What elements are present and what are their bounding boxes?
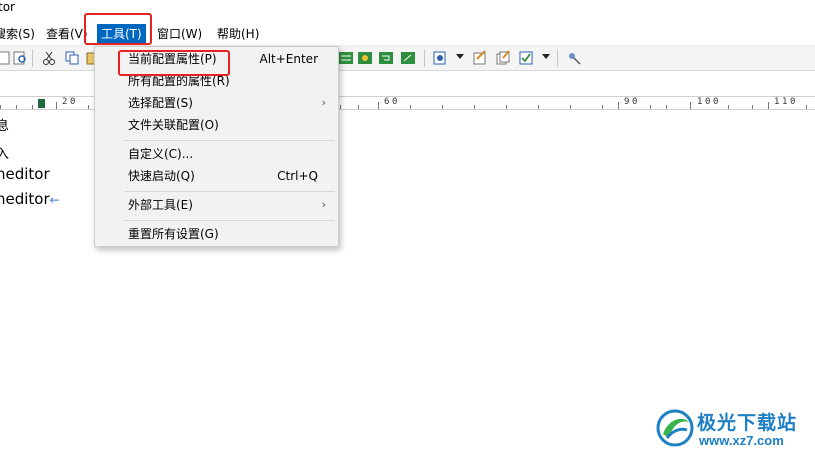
editor-line: neditor← — [0, 190, 60, 208]
ruler-label: 0 — [713, 97, 719, 107]
ruler-label: 2 — [62, 97, 68, 107]
menu-item-label: 选择配置(S) — [128, 96, 193, 110]
ruler-indent-marker[interactable] — [38, 99, 45, 108]
menu-item-shortcut: Alt+Enter — [259, 52, 318, 66]
chevron-down-icon[interactable] — [542, 54, 550, 59]
ruler-tick — [0, 105, 1, 109]
toolbar-separator — [32, 49, 33, 67]
ruler-label: 6 — [384, 97, 390, 107]
ruler-tick — [88, 105, 89, 109]
ruler-tick — [538, 105, 539, 109]
menu-item-label: 快速启动(Q) — [128, 169, 195, 183]
print-preview-icon[interactable] — [12, 50, 28, 66]
notes-icon[interactable] — [472, 50, 488, 66]
menu-item-label: 自定义(C)... — [128, 147, 194, 161]
menu-separator — [125, 191, 335, 192]
ruler-label: 0 — [790, 97, 796, 107]
cut-icon[interactable] — [41, 50, 57, 66]
menu-search[interactable]: 搜索(S) — [0, 24, 39, 44]
ruler-tick — [752, 105, 753, 109]
menu-help[interactable]: 帮助(H) — [213, 24, 263, 44]
window-title: tor — [0, 0, 15, 14]
ruler-tick — [618, 102, 619, 109]
menu-item-label: 文件关联配置(O) — [128, 118, 219, 132]
watermark-brand: 极光下载站 — [697, 412, 798, 434]
export-icon[interactable] — [400, 50, 416, 66]
ruler-tick — [570, 105, 571, 109]
tools-menu: 当前配置属性(P) Alt+Enter 所有配置的属性(R) 选择配置(S) ›… — [94, 46, 339, 247]
ruler-tick — [806, 105, 807, 109]
ruler-tick — [602, 105, 603, 109]
ruler-tick — [474, 105, 475, 109]
wrap-icon[interactable] — [378, 50, 394, 66]
watermark-url: www.xz7.com — [699, 433, 784, 448]
image-icon[interactable] — [357, 50, 373, 66]
submenu-arrow-icon: › — [321, 96, 326, 109]
menu-window[interactable]: 窗口(W) — [153, 24, 206, 44]
watermark-logo-icon — [656, 409, 694, 447]
ruler-tick — [650, 105, 651, 109]
ruler-tick — [506, 105, 507, 109]
list-icon[interactable] — [338, 50, 354, 66]
menu-item-reset-all-settings[interactable]: 重置所有设置(G) — [95, 223, 338, 245]
ruler-tick — [32, 105, 33, 109]
config-icon[interactable] — [432, 50, 448, 66]
ruler-tick — [358, 105, 359, 109]
editor-line: 入 — [0, 147, 10, 162]
ruler-tick — [666, 105, 667, 109]
menu-item-customize[interactable]: 自定义(C)... — [95, 143, 338, 165]
ruler-label: 9 — [624, 97, 630, 107]
toolbar-separator — [557, 49, 558, 67]
ruler-label: 0 — [70, 97, 76, 107]
ruler-tick — [690, 102, 691, 109]
ruler-tick — [378, 102, 379, 109]
editor-line: neditor — [0, 165, 50, 183]
ruler-tick — [442, 105, 443, 109]
checklist-icon[interactable] — [518, 50, 534, 66]
submenu-arrow-icon: › — [321, 198, 326, 211]
menu-item-file-association[interactable]: 文件关联配置(O) — [95, 114, 338, 136]
ruler-tick — [16, 105, 17, 109]
return-mark: ← — [49, 193, 60, 207]
documents-icon[interactable] — [495, 50, 511, 66]
ruler-label: 0 — [705, 97, 711, 107]
menu-item-label: 外部工具(E) — [128, 198, 193, 212]
ruler-label: 1 — [782, 97, 788, 107]
ruler-tick — [56, 102, 57, 109]
menu-item-external-tools[interactable]: 外部工具(E) › — [95, 194, 338, 216]
watermark: 极光下载站 www.xz7.com — [655, 405, 810, 455]
menu-item-quick-launch[interactable]: 快速启动(Q) Ctrl+Q — [95, 165, 338, 187]
ruler-tick — [728, 105, 729, 109]
ruler-label: 1 — [697, 97, 703, 107]
ruler-tick — [768, 102, 769, 109]
menu-separator — [125, 140, 335, 141]
ruler-tick — [340, 105, 341, 109]
menu-item-label: 重置所有设置(G) — [128, 227, 219, 241]
editor-line: 息 — [0, 119, 10, 134]
page-icon[interactable] — [0, 50, 12, 66]
ruler-label: 1 — [774, 97, 780, 107]
highlight-box-tools-menu — [84, 13, 152, 45]
menu-item-shortcut: Ctrl+Q — [277, 169, 318, 183]
editor-line-text: neditor — [0, 190, 50, 208]
ruler-label: 0 — [392, 97, 398, 107]
menu-separator — [125, 220, 335, 221]
menu-item-select-config[interactable]: 选择配置(S) › — [95, 92, 338, 114]
toolbar-separator — [424, 49, 425, 67]
ruler-tick — [410, 105, 411, 109]
chevron-down-icon[interactable] — [456, 54, 464, 59]
copy-icon[interactable] — [64, 50, 80, 66]
ruler-label: 0 — [632, 97, 638, 107]
pin-icon[interactable] — [566, 50, 582, 66]
highlight-box-current-config — [118, 50, 230, 76]
